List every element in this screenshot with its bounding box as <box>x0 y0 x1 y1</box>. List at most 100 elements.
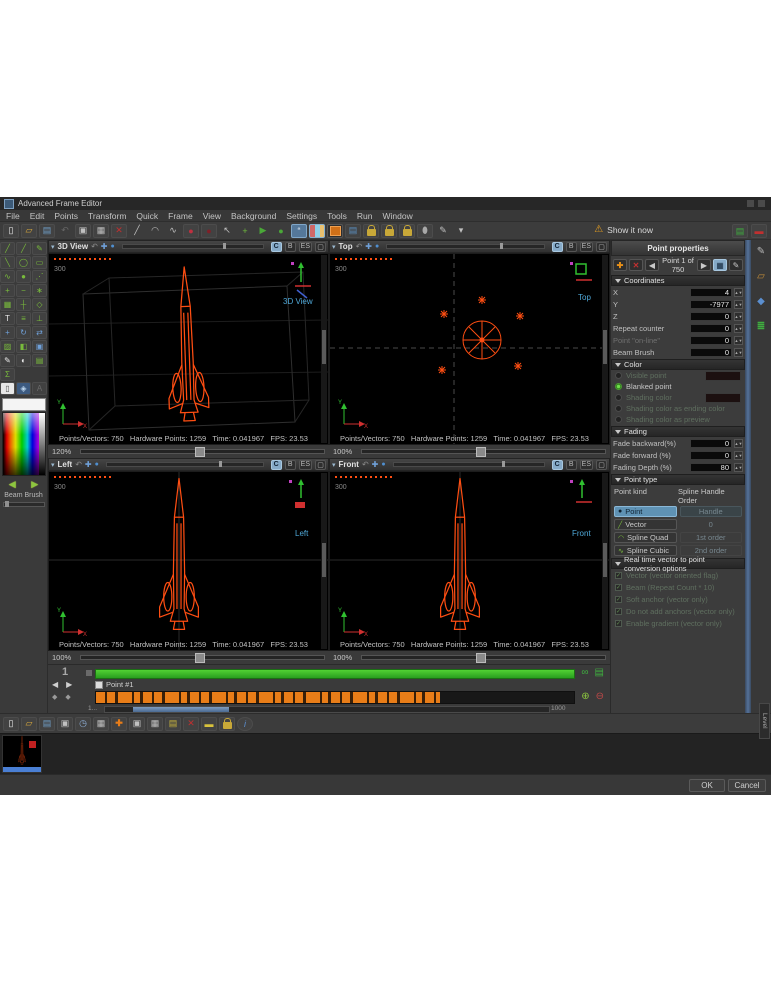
record-icon[interactable]: ● <box>183 224 199 238</box>
add-point-tool-button[interactable]: + <box>0 284 15 297</box>
menu-run[interactable]: Run <box>357 211 373 221</box>
cursor-dot-icon[interactable]: ● <box>375 243 379 250</box>
track-handle[interactable] <box>86 670 92 676</box>
shading-preview-radio[interactable] <box>615 416 622 423</box>
pen-tool-button[interactable]: ✎ <box>0 354 15 367</box>
zoom-out-icon[interactable]: ⊖ <box>596 691 604 702</box>
viewport-b-button[interactable]: B <box>566 460 577 470</box>
window-controls[interactable] <box>747 200 765 207</box>
text-tool-button[interactable]: T <box>0 312 15 325</box>
menu-tools[interactable]: Tools <box>327 211 347 221</box>
delete-frame-icon[interactable]: ✕ <box>183 717 199 731</box>
current-color-swatch[interactable] <box>2 398 46 411</box>
shading-color-radio[interactable] <box>615 394 622 401</box>
viewport-maximize-button[interactable]: ▢ <box>315 242 326 252</box>
viewport-vscroll[interactable] <box>602 255 608 443</box>
z-input[interactable]: 0 <box>690 312 732 321</box>
x-spinner[interactable]: ▲▼ <box>734 288 743 297</box>
menu-frame[interactable]: Frame <box>168 211 193 221</box>
section-conversion[interactable]: Real time vector to point conversion opt… <box>611 558 745 569</box>
close-icon[interactable] <box>758 200 765 207</box>
viewport-es-button[interactable]: ES <box>580 460 593 470</box>
fade-backward-input[interactable]: 0 <box>690 439 732 448</box>
open-icon[interactable]: ▱ <box>21 717 37 731</box>
info-icon[interactable]: i <box>237 717 253 731</box>
cursor-dot-icon[interactable]: ● <box>110 243 114 250</box>
viewport-zoom-slider[interactable] <box>361 449 606 454</box>
brush-tool-button[interactable]: ▨ <box>0 340 15 353</box>
live-output-icon[interactable]: ▤ <box>732 224 748 238</box>
new-frame-icon[interactable]: ▯ <box>3 224 19 238</box>
viewport-es-button[interactable]: ES <box>299 242 312 252</box>
viewport-maximize-button[interactable]: ▢ <box>596 242 607 252</box>
on-line-spinner[interactable]: ▲▼ <box>734 336 743 345</box>
frame-duration-bar[interactable] <box>95 669 575 679</box>
lock-x-icon[interactable] <box>363 224 379 238</box>
viewport-slider[interactable] <box>393 462 545 467</box>
menu-file[interactable]: File <box>6 211 20 221</box>
select-tool-button[interactable]: ▦ <box>0 298 15 311</box>
undo-icon[interactable]: ↶ <box>75 460 82 469</box>
point-segments-bar[interactable] <box>95 691 575 704</box>
menu-quick[interactable]: Quick <box>136 211 158 221</box>
kind-point-button[interactable]: ●Point <box>614 506 677 517</box>
show-it-now-button[interactable]: ⚠ Show it now <box>594 224 653 235</box>
section-fading[interactable]: Fading <box>611 426 745 437</box>
color-palette[interactable] <box>2 412 46 476</box>
viewport-3d-canvas[interactable]: 300 3D View Y X <box>48 253 329 445</box>
viewport-b-button[interactable]: B <box>566 242 577 252</box>
add-point-button[interactable]: ✚ <box>613 259 627 271</box>
level-side-tab[interactable]: Level <box>759 703 770 739</box>
next-point-button[interactable]: ▶ <box>697 259 711 271</box>
tool-button[interactable]: ╱ <box>0 242 15 255</box>
viewport-vscroll[interactable] <box>321 473 327 649</box>
tool-button[interactable]: ∿ <box>0 270 15 283</box>
track-checkbox[interactable] <box>95 681 103 689</box>
chevron-down-icon[interactable]: ▾ <box>51 461 55 469</box>
stop-output-icon[interactable]: ▬ <box>751 224 767 238</box>
cursor-dot-icon[interactable]: ● <box>381 461 385 468</box>
add-frame-icon[interactable]: ✚ <box>111 717 127 731</box>
blanked-point-radio[interactable] <box>615 383 622 390</box>
palette-next-icon[interactable]: ▶ <box>31 479 38 490</box>
grid-view-icon[interactable] <box>309 224 325 238</box>
cursor-icon[interactable]: ↖ <box>219 224 235 238</box>
chevron-down-icon[interactable]: ▾ <box>51 243 55 251</box>
export-frame-icon[interactable]: ▤ <box>595 667 604 678</box>
frame-thumbnail-selected[interactable] <box>2 735 42 773</box>
viewport-zoom-slider[interactable] <box>80 655 325 660</box>
tool-button[interactable]: ∗ <box>32 284 47 297</box>
tag-icon[interactable]: ◆ <box>757 296 765 307</box>
copy-frame-icon[interactable]: ▣ <box>129 717 145 731</box>
comment-icon[interactable]: “ <box>291 224 307 238</box>
viewport-maximize-button[interactable]: ▢ <box>596 460 607 470</box>
repeat-counter-spinner[interactable]: ▲▼ <box>734 324 743 333</box>
paste-frame-icon[interactable]: ▦ <box>147 717 163 731</box>
play-icon[interactable]: ● <box>273 224 289 238</box>
chevron-down-icon[interactable]: ▾ <box>332 461 336 469</box>
x-input[interactable]: 4 <box>690 288 732 297</box>
image-tool-button[interactable]: ▤ <box>32 354 47 367</box>
pan-icon[interactable]: ✚ <box>365 242 372 251</box>
title-bar[interactable]: Advanced Frame Editor <box>0 197 771 210</box>
undo-icon[interactable]: ↶ <box>57 224 73 238</box>
crosshair-tool-button[interactable]: ┼ <box>16 298 31 311</box>
menu-edit[interactable]: Edit <box>30 211 45 221</box>
viewport-slider[interactable] <box>106 462 264 467</box>
order-handle-button[interactable]: Handle <box>680 506 743 517</box>
viewport-top-canvas[interactable]: 300 Top Y X Po <box>329 253 610 445</box>
viewport-slider[interactable] <box>386 244 544 249</box>
viewport-zoom-slider[interactable] <box>80 449 325 454</box>
folder-icon[interactable]: ▱ <box>757 271 765 282</box>
order-1st-button[interactable]: 1st order <box>680 532 743 543</box>
viewport-vscroll[interactable] <box>602 473 608 649</box>
pen-icon[interactable]: ✎ <box>435 224 451 238</box>
no-anchors-checkbox[interactable]: ✓ <box>615 608 622 615</box>
step-forward-icon[interactable]: ◆ <box>65 693 70 701</box>
section-coordinates[interactable]: Coordinates <box>611 275 745 286</box>
menu-view[interactable]: View <box>203 211 221 221</box>
fade-forward-spinner[interactable]: ▲▼ <box>734 451 743 460</box>
visible-color-swatch[interactable] <box>705 371 741 381</box>
menu-window[interactable]: Window <box>383 211 413 221</box>
minimize-icon[interactable] <box>747 200 754 207</box>
